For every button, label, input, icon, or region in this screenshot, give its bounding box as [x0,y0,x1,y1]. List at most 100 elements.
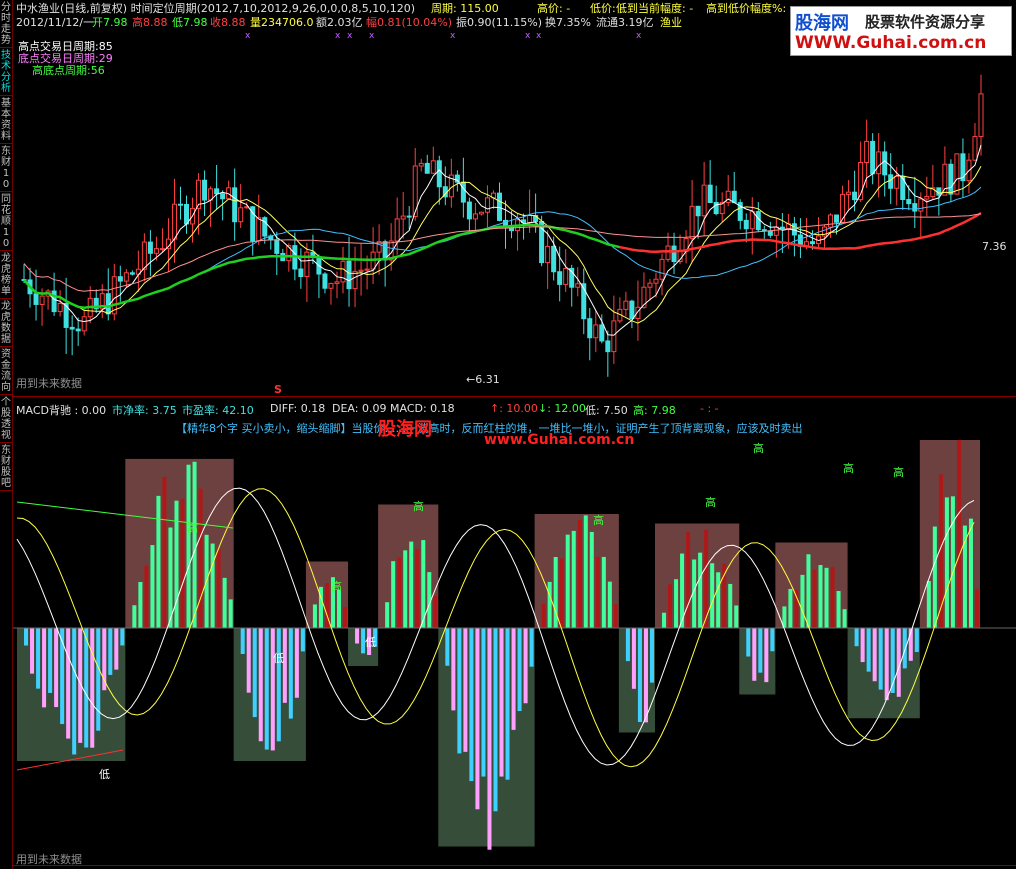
side-tab-1[interactable]: 分时走势 [0,2,12,46]
macd-bar [397,557,402,628]
candle-body [147,241,153,254]
macd-bar [433,595,438,628]
candle-body [701,184,707,217]
macd-chart[interactable]: 高高 高高高高高高低低低 [13,440,1016,864]
side-tab-5[interactable]: 同花顺10 [0,194,12,249]
cycle-marker: x [369,31,375,41]
macd-bar [391,561,396,628]
macd-bar [577,519,582,628]
macd-bar [96,628,101,731]
macd-high-label: 高 [843,461,854,475]
macd-bar [252,628,257,718]
macd-bar [866,628,871,672]
candle-body [948,163,954,195]
candle-body [918,198,924,212]
side-tab-4[interactable]: 东财10 [0,146,12,190]
candle-body [954,153,960,195]
macd-bar [523,628,528,704]
macd-bar [228,599,233,628]
candle-body [69,326,75,330]
macd-bar [716,572,721,628]
side-tab-3[interactable]: 基本资料 [0,98,12,142]
macd-bar [722,563,727,628]
candle-body [659,258,665,280]
candle-body [749,211,755,230]
macd-bar [198,488,203,628]
macd-bar [463,628,468,752]
candle-body [123,272,129,282]
down-arrow-value: ↓: 12.00 [538,402,586,415]
candle-body [334,281,340,284]
macd-bar [806,554,811,628]
macd-bar [956,440,961,628]
side-tab-8[interactable]: 资金流向 [0,349,12,393]
candle-body [364,268,370,271]
candle-body [882,151,888,176]
macd-bar [138,582,143,628]
macd-bar [932,526,937,628]
side-tab-6[interactable]: 龙虎榜单 [0,253,12,297]
side-tab-7[interactable]: 龙虎数据 [0,301,12,345]
macd-bar [264,628,269,750]
side-tab-separator [0,490,12,491]
macd-back: MACD背驰 : 0.00 [16,404,107,417]
macd-high-label: 高 [187,521,198,535]
side-tab-separator [0,47,12,48]
macd-bar [336,589,342,628]
cycle-marker: x [525,31,531,41]
candle-body [394,218,400,242]
dea-value: DEA: 0.09 [332,402,387,415]
candle-body [629,300,635,320]
low-price-value: 6.31 [475,373,500,386]
macd-bar [276,628,281,742]
pane-divider[interactable] [12,396,1016,397]
macd-high-label: 高 [593,513,604,527]
sell-signal-marker: S [274,383,282,396]
candle-body [689,205,695,239]
candle-body [256,217,262,242]
macd-bar [222,577,227,628]
macd-bar [794,589,799,628]
macd-bar [54,628,59,708]
low-price-label: ←6.31 [466,373,500,386]
candle-body [153,248,159,254]
macd-bar [469,628,474,782]
side-tab-separator [0,143,12,144]
candle-body [755,211,761,231]
candle-body [611,320,617,353]
macd-bar [270,628,275,751]
candle-body [262,217,268,237]
candle-body [400,215,406,220]
tail-value: - : - [700,402,719,415]
macd-bar [457,628,462,754]
candle-body [159,248,165,251]
candle-body [888,174,894,189]
macd-bar [475,628,480,810]
macd-bar [812,569,817,628]
cycle-marker: x [636,31,642,41]
macd-bar [48,628,53,693]
candle-body [671,245,677,263]
macd-bar [499,628,504,777]
candle-body [936,187,942,196]
cycle-marker: x [347,31,353,41]
side-tab-10[interactable]: 东财股吧 [0,445,12,489]
watermark-brand: 股海网 [795,13,849,34]
price-chart[interactable]: xxxxxxxx [13,28,1016,396]
macd-bar [698,552,703,628]
candle-body [575,283,581,288]
candle-body [81,316,87,332]
candle-body [418,162,424,167]
side-tab-separator [0,442,12,443]
candle-body [472,213,478,220]
macd-bar [324,582,329,628]
side-tab-2[interactable]: 技术分析 [0,50,12,94]
candle-body [436,160,442,188]
macd-high-label: 高 [331,579,342,593]
side-tab-9[interactable]: 个股透视 [0,397,12,441]
macd-bar [836,591,841,628]
macd-bar [764,628,769,683]
candle-body [484,197,490,213]
side-tab-separator [0,346,12,347]
macd-bar [842,609,847,628]
